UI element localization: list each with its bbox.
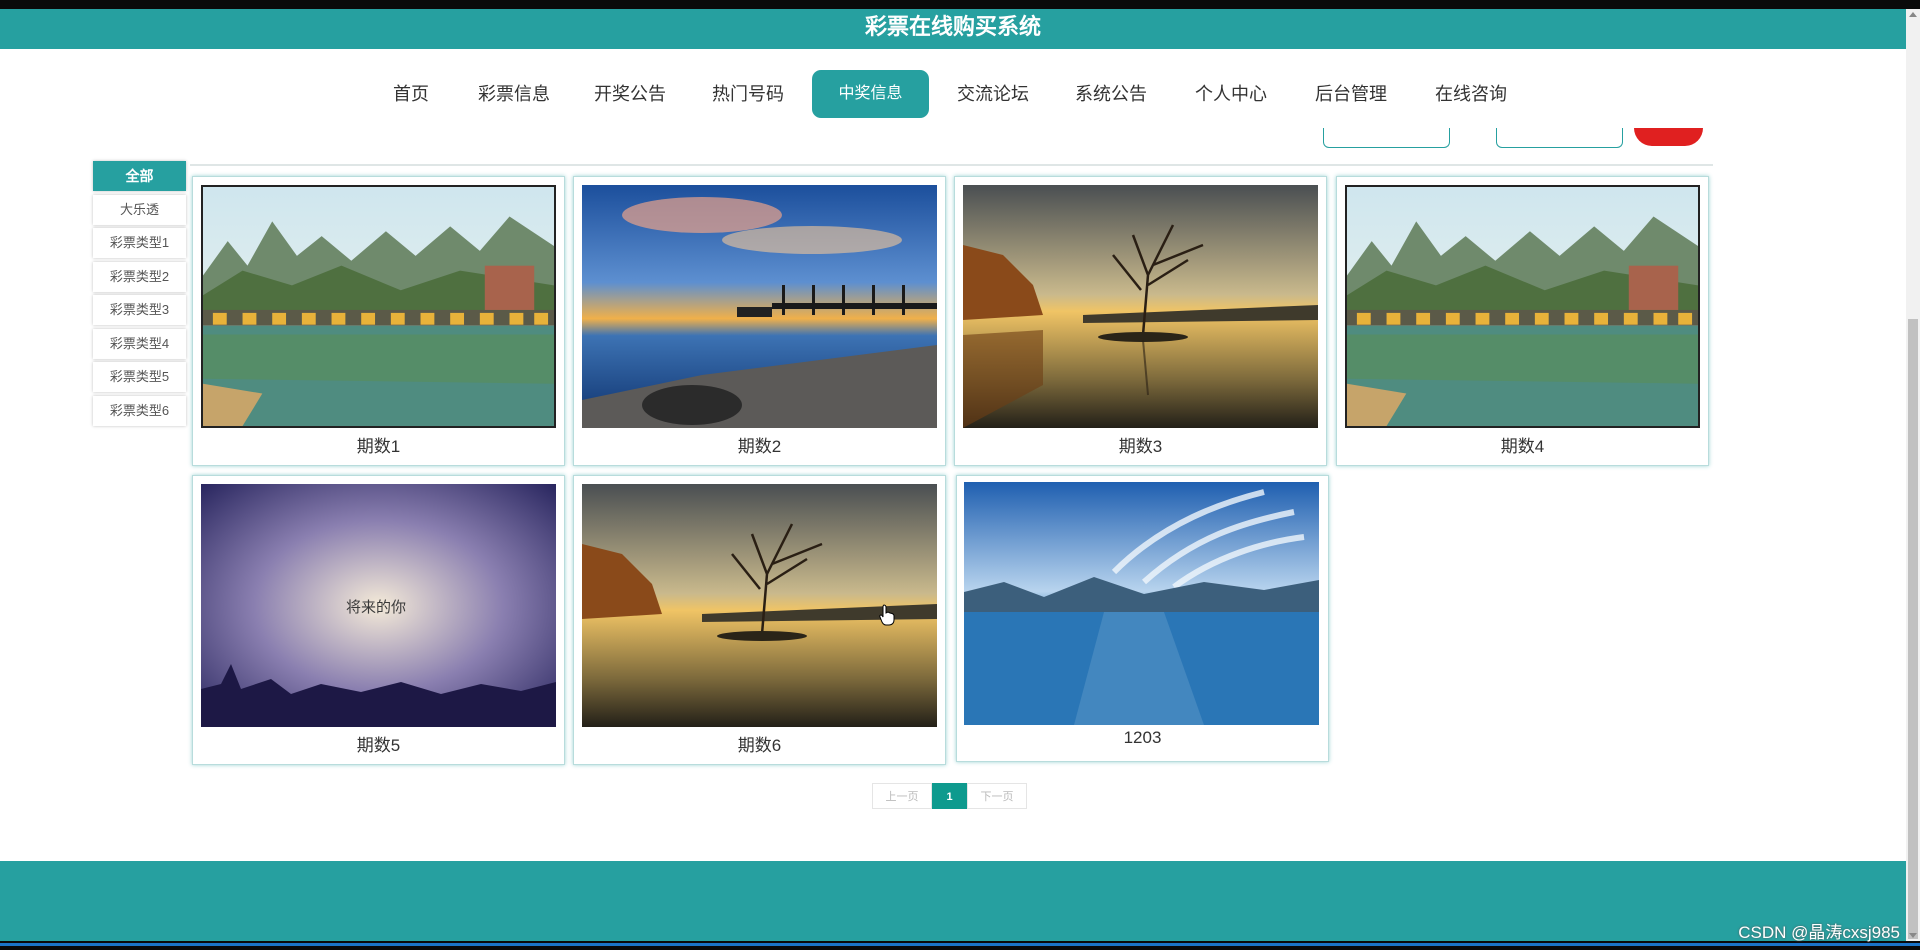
footer [0, 861, 1906, 941]
search-button-partial[interactable] [1634, 128, 1703, 146]
card-image-purple-sky: 将来的你 [201, 484, 556, 727]
nav-lottery-info[interactable]: 彩票信息 [470, 70, 558, 118]
search-field-partial-2[interactable] [1496, 128, 1623, 148]
nav-hot-numbers[interactable]: 热门号码 [703, 70, 793, 118]
progress-line [0, 943, 1920, 946]
page-scrollbar[interactable] [1906, 9, 1920, 941]
winning-card[interactable]: 期数1 [192, 176, 565, 466]
category-type-3[interactable]: 彩票类型3 [93, 295, 186, 325]
card-caption: 期数3 [1118, 437, 1163, 456]
card-caption: 1203 [1123, 728, 1162, 747]
browser-bottom-strip [0, 941, 1920, 950]
nav-draw-announcement[interactable]: 开奖公告 [585, 70, 675, 118]
category-all[interactable]: 全部 [93, 161, 186, 191]
winning-card[interactable]: 将来的你 期数5 [192, 475, 565, 765]
winning-card[interactable]: 1203 [956, 475, 1329, 762]
category-type-6[interactable]: 彩票类型6 [93, 395, 186, 426]
card-image-sunset-pier [582, 185, 937, 428]
category-type-2[interactable]: 彩票类型2 [93, 261, 186, 292]
nav-winning-info[interactable]: 中奖信息 [812, 70, 929, 118]
search-field-partial[interactable] [1323, 128, 1450, 148]
category-type-5[interactable]: 彩票类型5 [93, 362, 186, 392]
divider [190, 164, 1713, 166]
card-caption: 期数5 [356, 736, 401, 755]
pager-current-page[interactable]: 1 [932, 783, 967, 809]
hand-cursor-icon [879, 604, 895, 626]
scroll-down-arrow-icon[interactable] [1909, 933, 1917, 938]
pager-next-button[interactable]: 下一页 [967, 783, 1027, 809]
nav-online-consult[interactable]: 在线咨询 [1426, 70, 1516, 118]
nav-personal-center[interactable]: 个人中心 [1186, 70, 1276, 118]
category-sidebar: 全部 大乐透 彩票类型1 彩票类型2 彩票类型3 彩票类型4 彩票类型5 彩票类… [93, 161, 188, 429]
winning-card[interactable]: 期数4 [1336, 176, 1709, 466]
category-daletou[interactable]: 大乐透 [93, 194, 186, 225]
card-image-blue-lake [964, 482, 1319, 725]
card-caption: 期数2 [737, 437, 782, 456]
winning-card[interactable]: 期数2 [573, 176, 946, 466]
nav-forum[interactable]: 交流论坛 [948, 70, 1038, 118]
watermark: CSDN @晶涛cxsj985 [1738, 923, 1900, 942]
category-type-4[interactable]: 彩票类型4 [93, 328, 186, 359]
app-title: 彩票在线购买系统 [0, 9, 1906, 49]
overlay-text: 将来的你 [346, 598, 406, 616]
card-image-bridge-lake [201, 185, 556, 428]
category-type-1[interactable]: 彩票类型1 [93, 228, 186, 258]
card-caption: 期数1 [356, 437, 401, 456]
card-image-lone-tree [963, 185, 1318, 428]
nav-system-notice[interactable]: 系统公告 [1066, 70, 1156, 118]
pager-prev-button[interactable]: 上一页 [872, 783, 932, 809]
scroll-up-arrow-icon[interactable] [1909, 12, 1917, 17]
card-caption: 期数6 [737, 736, 782, 755]
card-image-bridge-lake [1345, 185, 1700, 428]
card-caption: 期数4 [1500, 437, 1545, 456]
nav-admin[interactable]: 后台管理 [1306, 70, 1396, 118]
browser-top-strip [0, 0, 1920, 9]
winning-card[interactable]: 期数3 [954, 176, 1327, 466]
scroll-thumb[interactable] [1908, 319, 1918, 939]
nav-home[interactable]: 首页 [380, 70, 442, 118]
main-nav: 首页 彩票信息 开奖公告 热门号码 中奖信息 交流论坛 系统公告 个人中心 后台… [0, 70, 1906, 120]
